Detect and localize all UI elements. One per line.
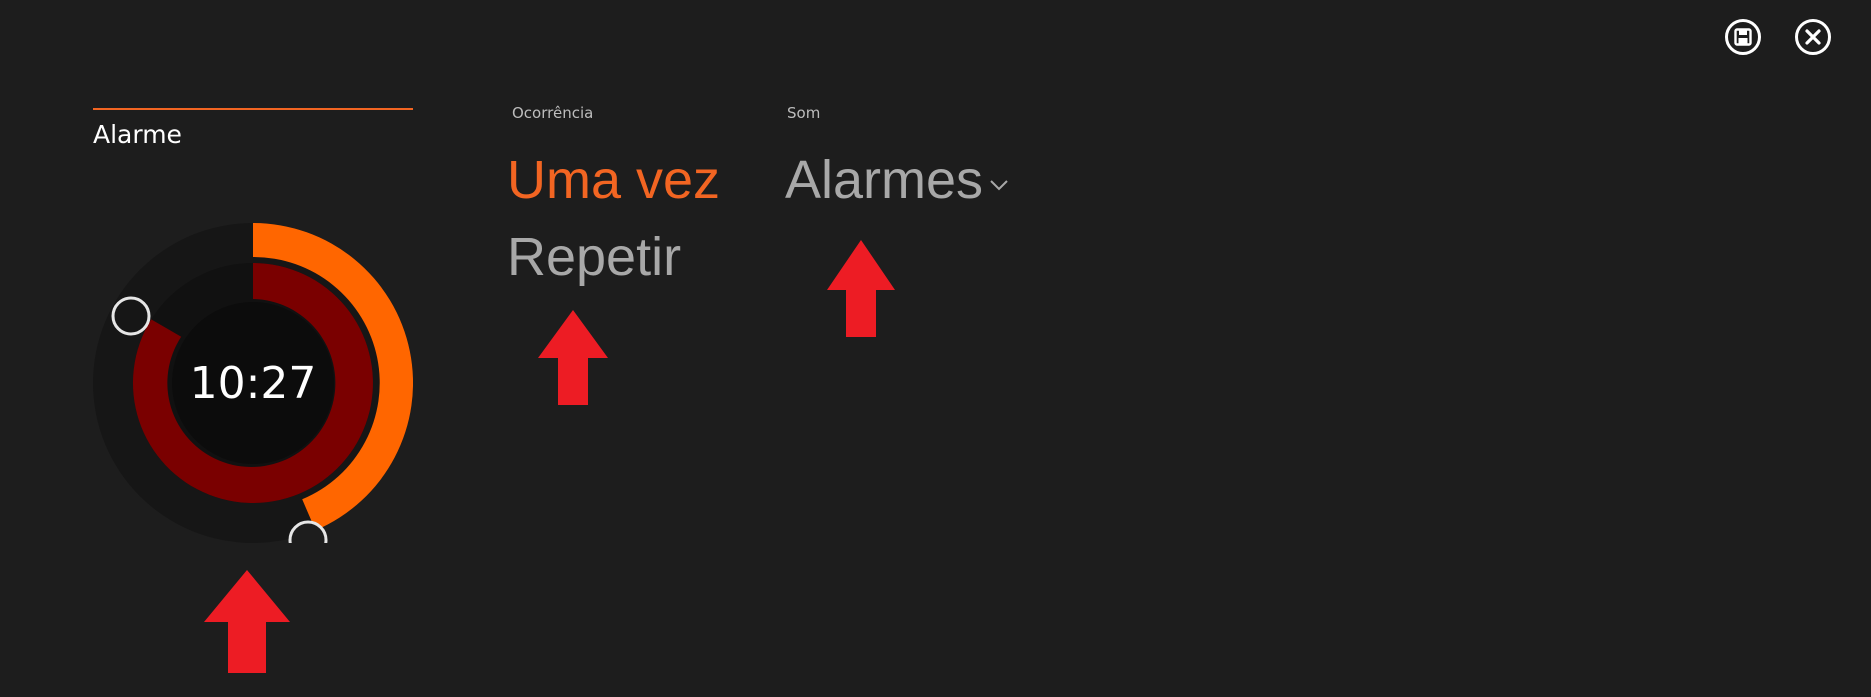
arrow-up-icon	[827, 240, 895, 337]
occurrence-option-once[interactable]: Uma vez	[507, 148, 720, 212]
close-button[interactable]	[1795, 19, 1831, 55]
alarm-tab-underline	[93, 108, 413, 110]
occurrence-label: Ocorrência	[512, 104, 594, 122]
arrow-up-icon	[204, 570, 290, 673]
chevron-down-icon	[990, 180, 1008, 191]
arrow-up-icon	[538, 310, 608, 405]
sound-selected-value: Alarmes	[785, 150, 984, 210]
save-icon	[1734, 28, 1752, 46]
close-icon	[1805, 29, 1821, 45]
hour-handle[interactable]	[288, 520, 328, 543]
time-display[interactable]: 10:27	[173, 303, 333, 463]
save-button[interactable]	[1725, 19, 1761, 55]
alarm-tab-label: Alarme	[93, 120, 182, 149]
minute-handle[interactable]	[111, 296, 151, 336]
sound-label: Som	[787, 104, 821, 122]
sound-dropdown[interactable]: Alarmes	[785, 148, 1009, 212]
occurrence-option-repeat[interactable]: Repetir	[507, 225, 681, 289]
